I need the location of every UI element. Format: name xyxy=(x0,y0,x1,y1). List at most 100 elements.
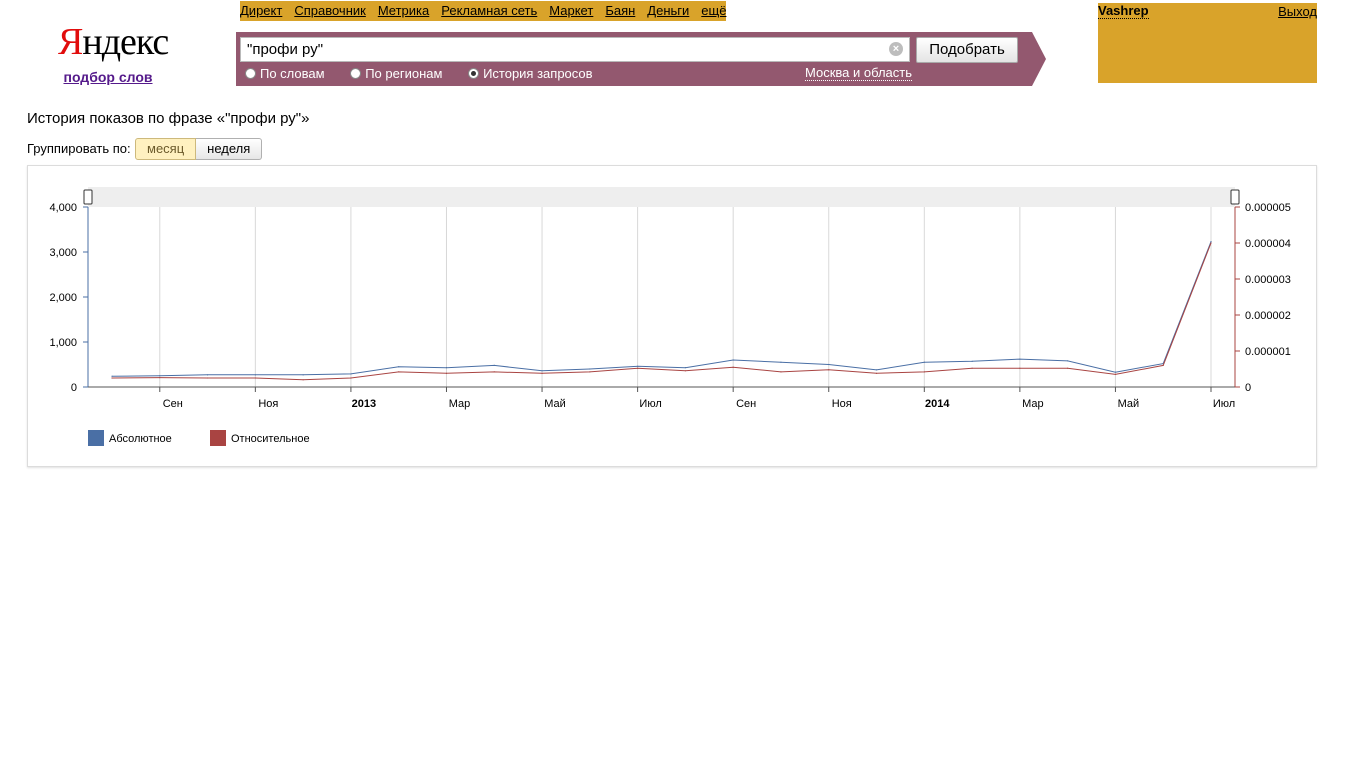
x-tick-label: Сен xyxy=(736,398,756,410)
series-point-absolute xyxy=(1210,241,1212,243)
y-left-tick-label: 4,000 xyxy=(49,202,77,214)
y-left-tick-label: 1,000 xyxy=(49,337,77,349)
legend-swatch-relative[interactable] xyxy=(210,430,226,446)
yandex-logo[interactable]: Яндекс подбор слов xyxy=(58,21,169,85)
y-left-tick-label: 0 xyxy=(71,382,77,394)
series-point-relative xyxy=(1210,242,1212,244)
service-link-market[interactable]: Маркет xyxy=(549,3,593,18)
chart-panel: 0 1,000 2,000 3,000 4,000 0 0.000001 0.000002 0.… xyxy=(27,165,1317,467)
radio-history[interactable]: История запросов xyxy=(468,66,593,81)
series-point-relative xyxy=(1067,367,1069,369)
legend-swatch-absolute[interactable] xyxy=(88,430,104,446)
logo-rest: ндекс xyxy=(82,21,169,63)
series-point-absolute xyxy=(350,373,352,375)
services-bar: Директ Справочник Метрика Рекламная сеть Мар… xyxy=(240,1,727,21)
service-link-direct[interactable]: Директ xyxy=(240,3,282,18)
y-left-tick-label: 2,000 xyxy=(49,292,77,304)
search-bar-arrow xyxy=(1032,32,1046,86)
service-link-more[interactable]: ещё xyxy=(701,3,726,18)
series-point-absolute xyxy=(206,374,209,376)
radio-label: По регионам xyxy=(365,66,443,81)
series-point-absolute xyxy=(732,359,734,361)
y-right-tick-label: 0.000004 xyxy=(1245,238,1291,250)
y-right-tick-label: 0.000001 xyxy=(1245,346,1291,358)
x-tick-label: 2013 xyxy=(352,398,376,410)
x-tick-label: Июл xyxy=(639,398,661,410)
y-left-tick-label: 3,000 xyxy=(49,247,77,259)
x-tick-label: 2014 xyxy=(925,398,950,410)
series-point-relative xyxy=(684,370,686,372)
search-input[interactable]: "профи ру" xyxy=(240,37,910,62)
y-right-tick-label: 0.000003 xyxy=(1245,274,1291,286)
series-point-relative xyxy=(445,372,448,374)
radio-circle-icon xyxy=(350,68,362,79)
series-point-absolute xyxy=(875,369,878,371)
series-point-absolute xyxy=(637,365,639,367)
radio-selected-icon xyxy=(468,68,480,79)
y-right-tick-label: 0 xyxy=(1245,382,1251,394)
group-by-label: Группировать по: xyxy=(27,141,131,156)
clear-icon[interactable]: × xyxy=(889,42,903,56)
x-tick-label: Май xyxy=(544,398,566,410)
legend-label-absolute[interactable]: Абсолютное xyxy=(109,433,172,445)
service-name-link[interactable]: подбор слов xyxy=(58,69,158,85)
series-point-relative xyxy=(923,371,925,373)
radio-label: По словам xyxy=(260,66,325,81)
series-point-relative xyxy=(589,371,591,373)
group-by-week-button[interactable]: неделя xyxy=(196,138,263,160)
series-point-relative xyxy=(159,377,161,379)
series-point-relative xyxy=(206,377,209,379)
search-mode-options: По словам По регионам История запросов xyxy=(245,66,615,81)
service-link-money[interactable]: Деньги xyxy=(647,3,689,18)
series-point-relative xyxy=(1114,373,1117,375)
radio-label: История запросов xyxy=(483,66,593,81)
series-point-absolute xyxy=(493,364,495,366)
x-tick-label: Сен xyxy=(163,398,183,410)
radio-circle-icon xyxy=(245,68,256,79)
series-point-absolute xyxy=(159,375,161,377)
x-tick-label: Май xyxy=(1118,398,1140,410)
submit-button[interactable]: Подобрать xyxy=(916,37,1018,63)
series-point-absolute xyxy=(828,363,830,366)
navigator-right-handle-icon[interactable] xyxy=(1230,189,1240,205)
series-point-absolute xyxy=(1067,360,1069,362)
series-point-absolute xyxy=(445,367,448,369)
series-point-absolute xyxy=(589,368,591,370)
page-title: История показов по фразе «"профи ру"» xyxy=(27,110,310,127)
series-point-absolute xyxy=(1019,358,1021,360)
series-point-relative xyxy=(398,371,400,373)
logout-link[interactable]: Выход xyxy=(1278,4,1317,19)
service-link-bayan[interactable]: Баян xyxy=(605,3,635,18)
series-point-relative xyxy=(541,372,543,374)
radio-by-regions[interactable]: По регионам xyxy=(350,66,442,81)
x-tick-label: Мар xyxy=(1022,398,1044,410)
group-by-month-button[interactable]: месяц xyxy=(135,138,197,160)
y-right-tick-label: 0.000005 xyxy=(1245,202,1291,214)
series-point-absolute xyxy=(254,374,256,376)
user-box: Vashrep Выход xyxy=(1098,3,1317,83)
series-point-relative xyxy=(302,379,304,381)
logo-first-letter: Я xyxy=(58,21,83,63)
username-link[interactable]: Vashrep xyxy=(1098,4,1149,19)
service-link-directory[interactable]: Справочник xyxy=(294,3,366,18)
chart-navigator-strip[interactable] xyxy=(88,187,1235,207)
service-link-ad-network[interactable]: Рекламная сеть xyxy=(441,3,537,18)
group-by-switch: месяц неделя xyxy=(135,138,263,160)
radio-by-words[interactable]: По словам xyxy=(245,66,325,81)
series-point-relative xyxy=(732,366,734,368)
logo-wordmark: Яндекс xyxy=(58,21,169,63)
series-point-relative xyxy=(828,369,830,371)
x-tick-label: Ноя xyxy=(832,398,852,410)
series-point-relative xyxy=(254,377,256,379)
series-point-absolute xyxy=(923,361,925,363)
service-link-metrika[interactable]: Метрика xyxy=(378,3,429,18)
series-point-relative xyxy=(971,367,973,369)
x-tick-label: Ноя xyxy=(258,398,278,410)
region-selector[interactable]: Москва и область xyxy=(805,66,913,81)
navigator-left-handle-icon[interactable] xyxy=(83,189,93,205)
series-point-absolute xyxy=(780,361,782,363)
series-point-relative xyxy=(780,371,782,373)
series-point-relative xyxy=(493,371,495,373)
series-point-absolute xyxy=(398,366,400,368)
legend-label-relative[interactable]: Относительное xyxy=(231,433,310,445)
